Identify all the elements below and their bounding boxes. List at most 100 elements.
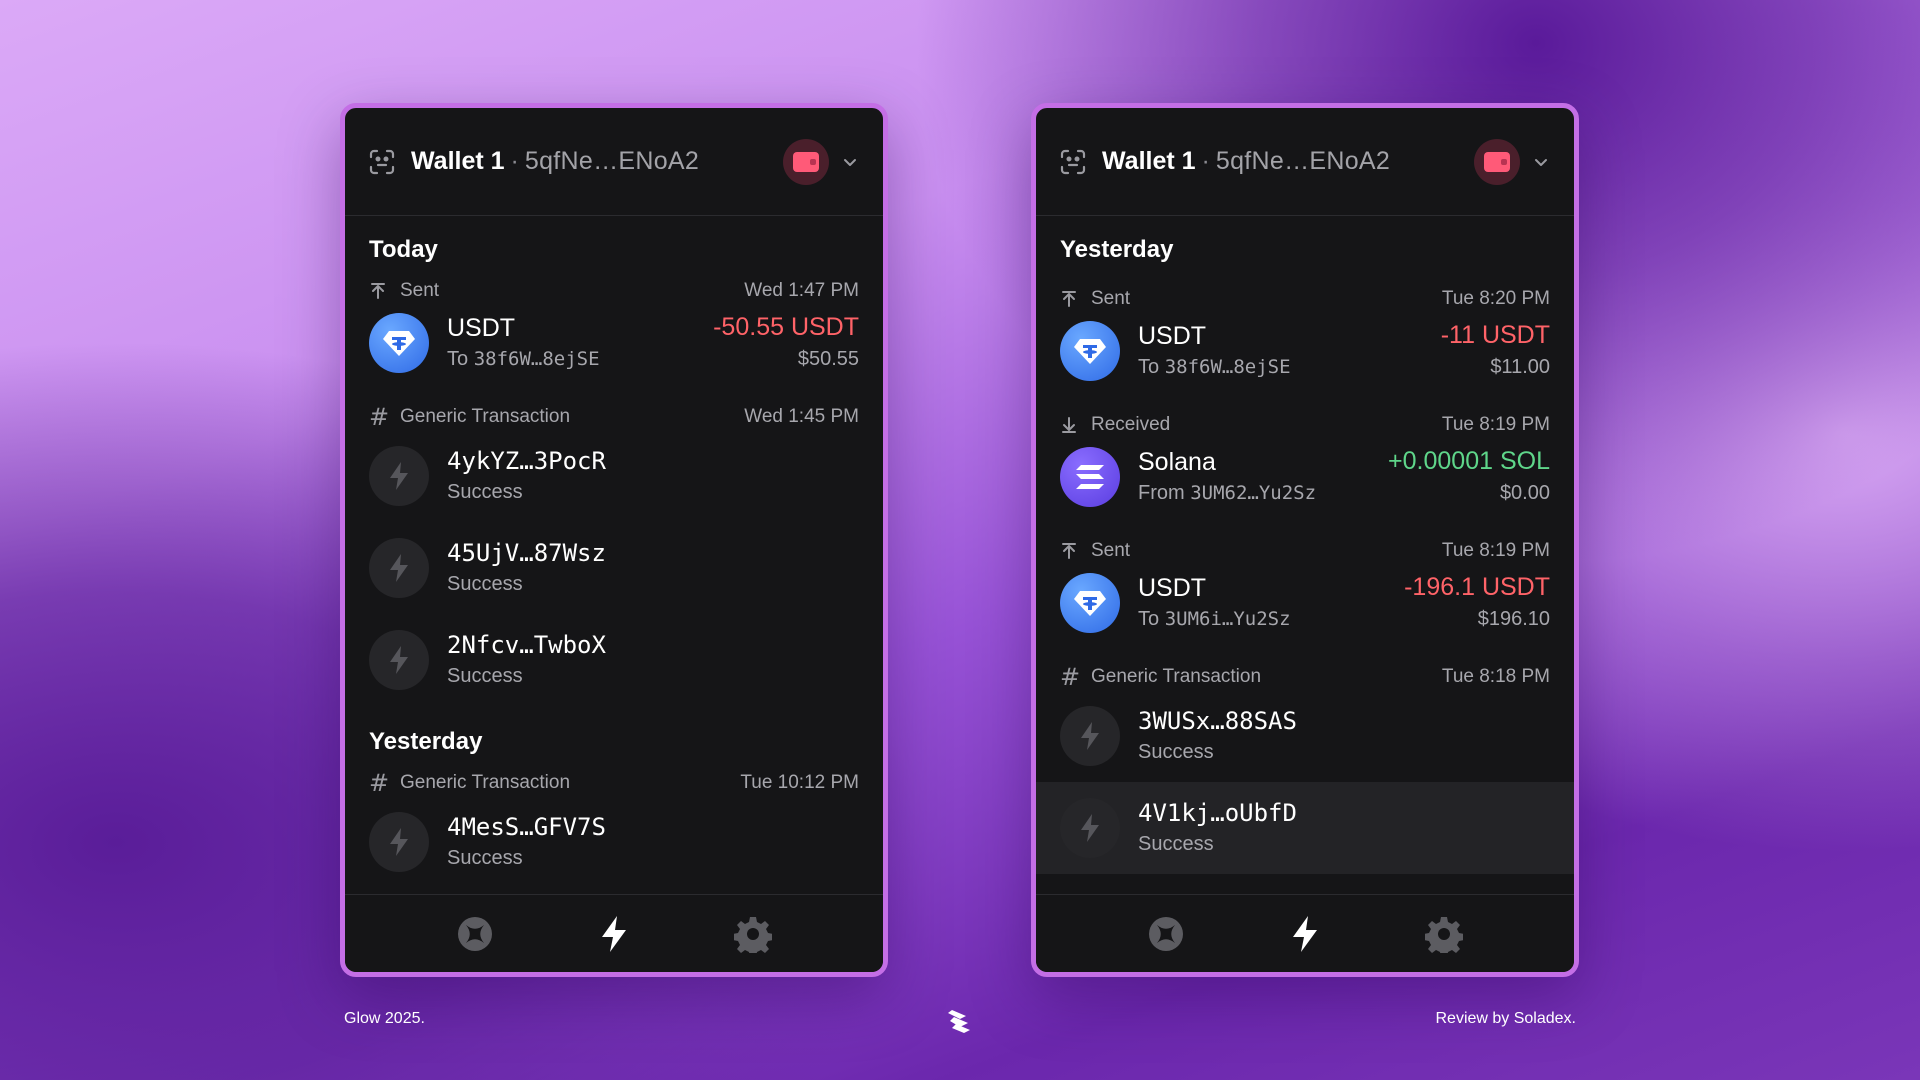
transaction-item[interactable]: Sent Wed 1:47 PM USDT To 38f6W…8ejSE -50… — [369, 278, 859, 382]
transaction-row[interactable]: 3WUSx…88SAS Success — [1060, 690, 1550, 782]
token-amount: -11 USDT — [1440, 321, 1550, 349]
chevron-down-icon[interactable] — [1532, 153, 1550, 171]
wallet-icon — [793, 151, 819, 172]
transaction-row[interactable]: 4ykYZ…3PocR Success — [369, 430, 859, 522]
wallet-address[interactable]: 5qfNe…ENoA2 — [1216, 147, 1390, 176]
fiat-amount: $0.00 — [1499, 482, 1550, 504]
transaction-time: Tue 8:20 PM — [1441, 288, 1550, 309]
transaction-meta: # Generic Transaction Wed 1:45 PM — [369, 403, 859, 431]
hash-icon: # — [1060, 663, 1081, 691]
bolt-icon — [369, 812, 429, 872]
explore-icon[interactable] — [1146, 914, 1186, 954]
transaction-meta: Sent Tue 8:19 PM — [1060, 538, 1550, 564]
usdt-icon — [1060, 573, 1120, 633]
transaction-type: Generic Transaction — [400, 772, 571, 793]
activity-bolt-icon[interactable] — [1285, 914, 1325, 954]
transaction-meta: # Generic Transaction Tue 8:18 PM — [1060, 663, 1550, 691]
transaction-row-hovered[interactable]: 4V1kj…oUbfD Success — [1036, 782, 1574, 874]
bolt-icon — [369, 538, 429, 598]
counterparty: To 38f6W…8ejSE — [1138, 352, 1291, 382]
transaction-row[interactable]: USDT To 38f6W…8ejSE -11 USDT $11.00 — [1060, 312, 1550, 390]
transaction-row[interactable]: USDT To 38f6W…8ejSE -50.55 USDT $50.55 — [369, 304, 859, 382]
transaction-status: Success — [447, 847, 523, 869]
wallet-icon — [1484, 151, 1510, 172]
transaction-time: Tue 8:19 PM — [1441, 414, 1550, 435]
bolt-icon — [369, 630, 429, 690]
transaction-row[interactable]: Solana From 3UM62…Yu2Sz +0.00001 SOL $0.… — [1060, 438, 1550, 516]
transaction-item[interactable]: Received Tue 8:19 PM Solana From 3UM62…Y… — [1060, 412, 1550, 516]
wallet-name[interactable]: Wallet 1 — [411, 147, 505, 176]
token-name: Solana — [1138, 448, 1216, 476]
token-name: USDT — [1138, 322, 1207, 350]
soladex-logo-icon — [948, 1010, 970, 1033]
transaction-time: Wed 1:45 PM — [744, 406, 859, 427]
wallet-avatar[interactable] — [1474, 138, 1520, 185]
counterparty-prefix: From — [1138, 482, 1191, 504]
chevron-down-icon[interactable] — [841, 153, 859, 171]
footer-review: Review by Soladex. — [1435, 1010, 1576, 1027]
activity-bolt-icon[interactable] — [594, 914, 634, 954]
transaction-time: Tue 8:19 PM — [1441, 540, 1550, 561]
transaction-item[interactable]: # Generic Transaction Wed 1:45 PM 4ykYZ…… — [369, 403, 859, 706]
fiat-amount: $50.55 — [797, 348, 859, 370]
activity-list[interactable]: Today Sent Wed 1:47 PM USDT To 38f6W…8ej… — [345, 216, 883, 894]
transaction-item[interactable]: Sent Tue 8:19 PM USDT To 3UM6i…Yu2Sz -19… — [1060, 538, 1550, 642]
transaction-signature: 45UjV…87Wsz — [447, 539, 606, 567]
token-amount: -196.1 USDT — [1404, 573, 1550, 601]
transaction-type: Sent — [1091, 288, 1131, 309]
transaction-type: Generic Transaction — [1091, 666, 1262, 687]
wallet-switcher[interactable] — [1474, 138, 1550, 185]
transaction-row[interactable]: 2Nfcv…TwboX Success — [369, 614, 859, 706]
bolt-icon — [1060, 798, 1120, 858]
wallet-header: Wallet 1 · 5qfNe…ENoA2 — [345, 108, 883, 216]
transaction-status: Success — [1138, 833, 1214, 855]
transaction-row[interactable]: 45UjV…87Wsz Success — [369, 522, 859, 614]
wallet-separator: · — [1201, 147, 1210, 175]
transaction-signature: 4ykYZ…3PocR — [447, 447, 606, 475]
transaction-signature: 3WUSx…88SAS — [1138, 707, 1297, 735]
token-name: USDT — [1138, 574, 1207, 602]
received-arrow-icon — [1062, 417, 1076, 433]
wallet-address[interactable]: 5qfNe…ENoA2 — [525, 147, 699, 176]
wallet-separator: · — [510, 147, 519, 175]
hash-icon: # — [369, 769, 390, 797]
fiat-amount: $196.10 — [1477, 608, 1550, 630]
wallet-switcher[interactable] — [783, 138, 859, 185]
transaction-meta: # Generic Transaction Tue 10:12 PM — [369, 769, 859, 797]
counterparty-prefix: To — [447, 348, 474, 370]
wallet-avatar[interactable] — [783, 138, 829, 185]
transaction-item[interactable]: # Generic Transaction Tue 8:18 PM 3WUSx…… — [1036, 663, 1574, 874]
usdt-icon — [1060, 321, 1120, 381]
transaction-row[interactable]: 4MesS…GFV7S Success — [369, 796, 859, 888]
section-title: Yesterday — [1060, 236, 1174, 263]
transaction-item[interactable]: # Generic Transaction Tue 10:12 PM 4MesS… — [369, 769, 859, 888]
sent-arrow-icon — [1062, 543, 1076, 559]
transaction-status: Success — [447, 481, 523, 503]
counterparty: To 38f6W…8ejSE — [447, 344, 600, 374]
transaction-signature: 2Nfcv…TwboX — [447, 631, 606, 659]
counterparty-address: 3UM6i…Yu2Sz — [1164, 608, 1291, 630]
scan-icon[interactable] — [369, 149, 395, 175]
transaction-type: Received — [1091, 414, 1171, 435]
explore-icon[interactable] — [455, 914, 495, 954]
transaction-status: Success — [447, 665, 523, 687]
transaction-meta: Sent Wed 1:47 PM — [369, 278, 859, 304]
counterparty: To 3UM6i…Yu2Sz — [1138, 604, 1291, 634]
transaction-type: Sent — [1091, 540, 1131, 561]
counterparty: From 3UM62…Yu2Sz — [1138, 478, 1316, 508]
settings-gear-icon[interactable] — [1424, 914, 1464, 954]
transaction-item[interactable]: Sent Tue 8:20 PM USDT To 38f6W…8ejSE -11… — [1060, 286, 1550, 390]
transaction-row[interactable]: USDT To 3UM6i…Yu2Sz -196.1 USDT $196.10 — [1060, 564, 1550, 642]
sent-arrow-icon — [371, 283, 385, 299]
transaction-status: Success — [447, 573, 523, 595]
token-amount: -50.55 USDT — [713, 313, 859, 341]
transaction-time: Tue 10:12 PM — [740, 772, 859, 793]
section-title: Today — [369, 236, 438, 263]
usdt-icon — [369, 313, 429, 373]
counterparty-address: 38f6W…8ejSE — [473, 348, 600, 370]
scan-icon[interactable] — [1060, 149, 1086, 175]
wallet-name[interactable]: Wallet 1 — [1102, 147, 1196, 176]
activity-list[interactable]: Yesterday Sent Tue 8:20 PM USDT To 38f6W… — [1036, 216, 1574, 894]
settings-gear-icon[interactable] — [733, 914, 773, 954]
token-name: USDT — [447, 314, 516, 342]
